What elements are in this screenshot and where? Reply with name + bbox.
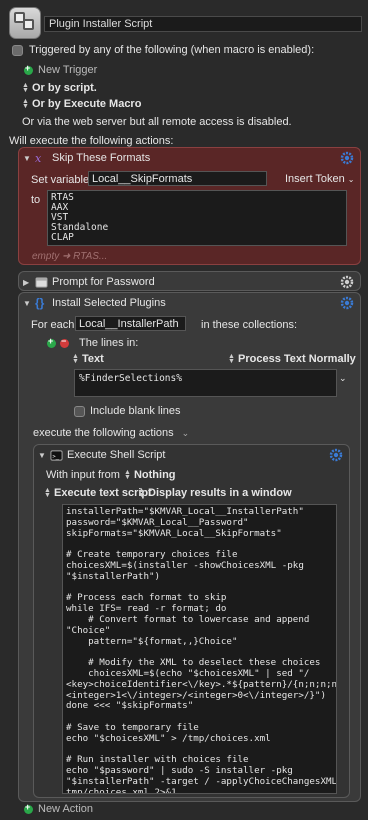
script-code: installerPath="$KMVAR_Local__InstallerPa… (66, 506, 337, 794)
install-plugins-title: Install Selected Plugins (52, 297, 166, 309)
for-each-variable-field[interactable]: Local__InstallerPath (75, 316, 186, 331)
include-blank-lines-option[interactable]: Include blank lines (74, 405, 181, 417)
execute-following-label: execute the following actions (33, 427, 174, 439)
add-collection-icon[interactable] (47, 336, 56, 348)
svg-text:x: x (35, 152, 42, 165)
disclosure-triangle-icon[interactable]: ▼ (23, 299, 33, 308)
triggers-header-label: Triggered by any of the following (when … (29, 44, 315, 56)
gear-icon[interactable] (329, 448, 343, 465)
skip-formats-header[interactable]: ▼ x Skip These Formats (19, 148, 360, 168)
updown-chevron-icon: ▲ ▼ (138, 487, 145, 499)
value-line: CLAP (51, 232, 74, 243)
prompt-password-action[interactable]: ▶ Prompt for Password (18, 271, 361, 291)
updown-chevron-icon: ▲ ▼ (228, 353, 235, 365)
code-line: "$installerPath") (66, 570, 161, 582)
disclosure-triangle-icon[interactable]: ▼ (23, 154, 33, 163)
preview-text: empty ➜ RTAS... (32, 251, 108, 262)
disclosure-triangle-icon[interactable]: ▶ (23, 278, 33, 287)
variable-name-field[interactable]: Local__SkipFormats (88, 171, 267, 186)
updown-chevron-icon: ▲ ▼ (22, 98, 29, 110)
web-server-note: Or via the web server but all remote acc… (22, 116, 292, 128)
collection-row: The lines in: (47, 336, 139, 349)
updown-chevron-icon: ▲ ▼ (44, 487, 51, 499)
or-by-script-option[interactable]: ▲ ▼ Or by script. (22, 82, 97, 94)
include-blank-label: Include blank lines (90, 405, 181, 417)
value-line: Standalone (51, 222, 109, 233)
updown-chevron-icon: ▲ ▼ (72, 353, 79, 365)
remove-collection-icon[interactable] (60, 336, 69, 348)
input-from-popup[interactable]: ▲ ▼ Nothing (124, 469, 176, 481)
code-line: echo "$choicesXML" > /tmp/choices.xml (66, 732, 271, 744)
variable-x-icon: x (35, 152, 42, 165)
insert-token-label: Insert Token (285, 173, 345, 185)
shell-script-header[interactable]: ▼ >_ Execute Shell Script (34, 445, 349, 465)
code-line: done <<< "$skipFormats" (66, 700, 194, 712)
execute-following-label-row: execute the following actions ⌄ (33, 427, 189, 439)
for-each-label: For each (31, 319, 75, 331)
process-text-label: Process Text Normally (238, 353, 356, 365)
code-line: password="$KMVAR_Local__Password" (66, 516, 249, 528)
text-option-label: Text (82, 353, 104, 365)
chevron-down-icon: ⌄ (347, 174, 355, 184)
gear-icon[interactable] (340, 275, 354, 292)
input-from-row: With input from ▲ ▼ Nothing (46, 469, 176, 481)
execute-mode-popup[interactable]: ▲ ▼ Execute text script (44, 487, 152, 499)
disclosure-triangle-icon[interactable]: ▼ (38, 451, 48, 460)
display-mode-label: Display results in a window (148, 487, 292, 499)
or-by-script-label: Or by script. (32, 82, 97, 94)
input-from-value: Nothing (133, 469, 176, 481)
svg-text:>_: >_ (52, 453, 59, 459)
set-variable-label: Set variable (31, 174, 90, 186)
gear-icon[interactable] (340, 296, 354, 313)
skip-formats-action[interactable]: ▼ x Skip These Formats Set variable Loca… (18, 147, 361, 265)
macro-title-field[interactable]: Plugin Installer Script (44, 16, 362, 32)
actions-header: Will execute the following actions: (9, 135, 174, 147)
shell-script-action[interactable]: ▼ >_ Execute Shell Script With input fro… (33, 444, 350, 798)
braces-icon: {} (35, 295, 45, 310)
add-icon (24, 802, 33, 814)
chevron-down-icon[interactable]: ⌄ (339, 373, 347, 384)
new-trigger-button[interactable]: New Trigger (24, 63, 98, 76)
variable-value-textarea[interactable]: RTAS AAX VST Standalone CLAP (47, 190, 347, 246)
updown-chevron-icon: ▲ ▼ (22, 82, 29, 94)
script-editor[interactable]: installerPath="$KMVAR_Local__InstallerPa… (62, 504, 337, 794)
terminal-icon: >_ (50, 449, 63, 461)
include-blank-checkbox[interactable] (74, 405, 85, 417)
macro-icon (9, 7, 41, 39)
input-from-label: With input from (46, 469, 120, 481)
code-line: "Choice" (66, 624, 111, 636)
install-plugins-header[interactable]: ▼ {} Install Selected Plugins (19, 293, 360, 313)
gear-icon[interactable] (340, 151, 354, 168)
text-option-popup[interactable]: ▲ ▼ Text (72, 353, 104, 365)
chevron-down-icon[interactable]: ⌄ (182, 428, 190, 439)
prompt-password-header[interactable]: ▶ Prompt for Password (19, 272, 360, 292)
skip-formats-title: Skip These Formats (52, 152, 151, 164)
display-mode-popup[interactable]: ▲ ▼ Display results in a window (138, 487, 292, 499)
or-by-execute-macro-label: Or by Execute Macro (32, 98, 142, 110)
add-icon (24, 63, 33, 75)
to-label: to (31, 194, 41, 206)
code-line: <key>choiceIdentifier<\/key>.*${pattern}… (66, 678, 337, 690)
new-action-label: New Action (38, 803, 94, 815)
shell-script-title: Execute Shell Script (67, 449, 166, 461)
or-by-execute-macro-option[interactable]: ▲ ▼ Or by Execute Macro (22, 98, 141, 110)
install-plugins-action[interactable]: ▼ {} Install Selected Plugins For each L… (18, 292, 361, 802)
updown-chevron-icon: ▲ ▼ (124, 469, 131, 481)
value-line: AAX (51, 202, 69, 213)
lines-in-label: The lines in: (79, 337, 139, 349)
code-line: skipFormats="$KMVAR_Local__SkipFormats" (66, 527, 282, 539)
insert-token-button[interactable]: Insert Token ⌄ (285, 173, 354, 185)
value-line: RTAS (51, 192, 74, 203)
triggers-header[interactable]: Triggered by any of the following (when … (12, 44, 314, 56)
code-line: pattern="${format,,}Choice" (66, 635, 238, 647)
triggers-checkbox[interactable] (12, 44, 23, 56)
prompt-password-title: Prompt for Password (52, 276, 155, 288)
window-icon (35, 276, 48, 288)
collections-label: in these collections: (201, 319, 297, 331)
source-text-field[interactable]: %FinderSelections% (74, 369, 337, 397)
code-line: tmp/choices.xml 2>&1 (66, 786, 177, 794)
process-text-popup[interactable]: ▲ ▼ Process Text Normally (228, 353, 356, 365)
new-action-button[interactable]: New Action (24, 802, 94, 815)
new-trigger-label: New Trigger (38, 64, 98, 76)
